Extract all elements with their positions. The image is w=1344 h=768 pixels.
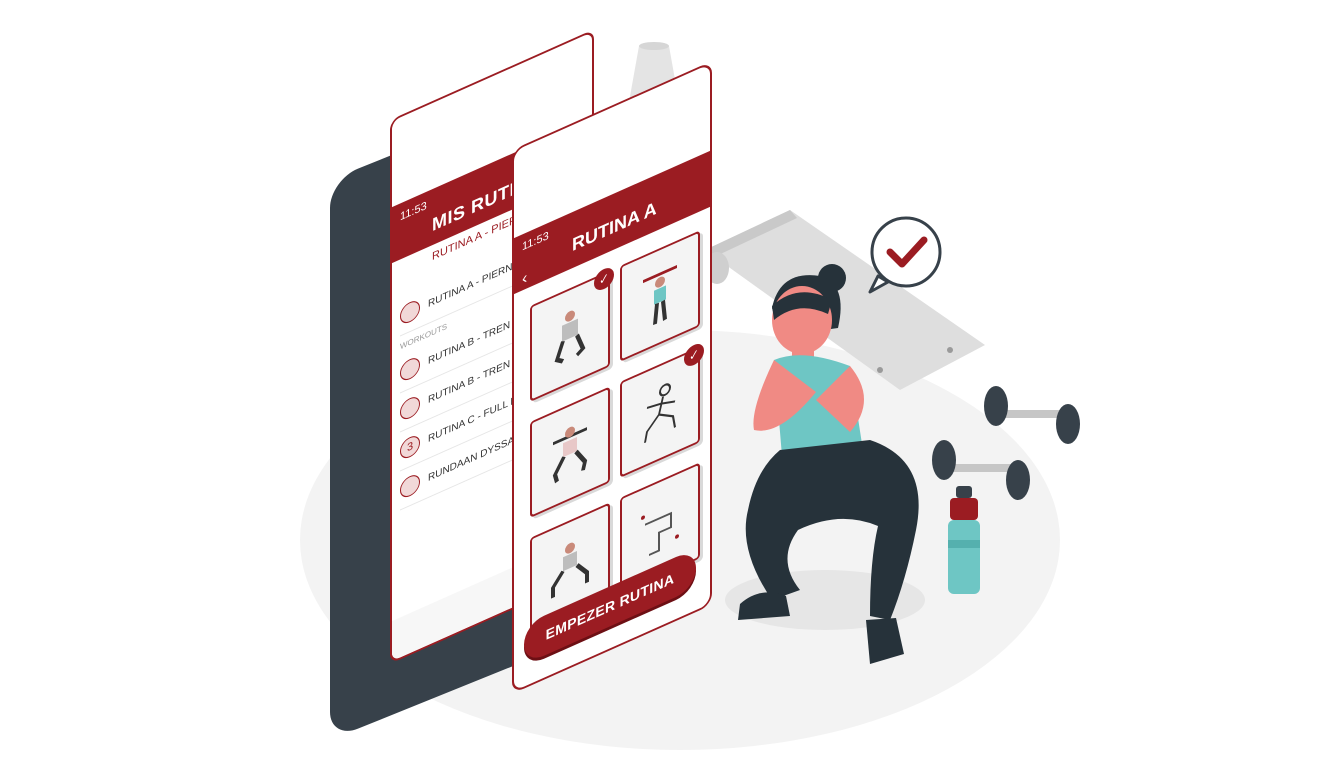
lunge-figure-icon	[644, 383, 676, 444]
water-bottle-icon	[948, 486, 980, 594]
woman-squat-illustration	[725, 264, 925, 664]
avatar	[400, 354, 420, 384]
check-icon: ✓	[594, 264, 614, 294]
overhead-press-figure-icon	[643, 265, 677, 326]
exercise-tile-overhead-press[interactable]	[620, 230, 700, 362]
avatar	[400, 471, 420, 501]
exercise-tile-lunge[interactable]	[530, 386, 610, 518]
illustration-scene: 11:53 MIS RUTINAS RUTINA A - PIERNA Y GL…	[0, 0, 1344, 768]
chevron-left-icon[interactable]: ‹	[522, 269, 527, 289]
check-icon: ✓	[684, 340, 704, 370]
weighted-squat-figure-icon	[552, 426, 588, 484]
avatar: 3	[400, 432, 420, 462]
squat-figure-icon	[554, 310, 586, 364]
routine-detail-screen: 11:53 ‹ RUTINA A ✓ ✓ EMPEZER RUTINA	[512, 60, 712, 694]
avatar	[400, 393, 420, 423]
exercise-tile-squat[interactable]: ✓	[530, 264, 614, 402]
exercise-tile-weighted-squat[interactable]: ✓	[620, 340, 704, 478]
avatar	[400, 297, 420, 327]
